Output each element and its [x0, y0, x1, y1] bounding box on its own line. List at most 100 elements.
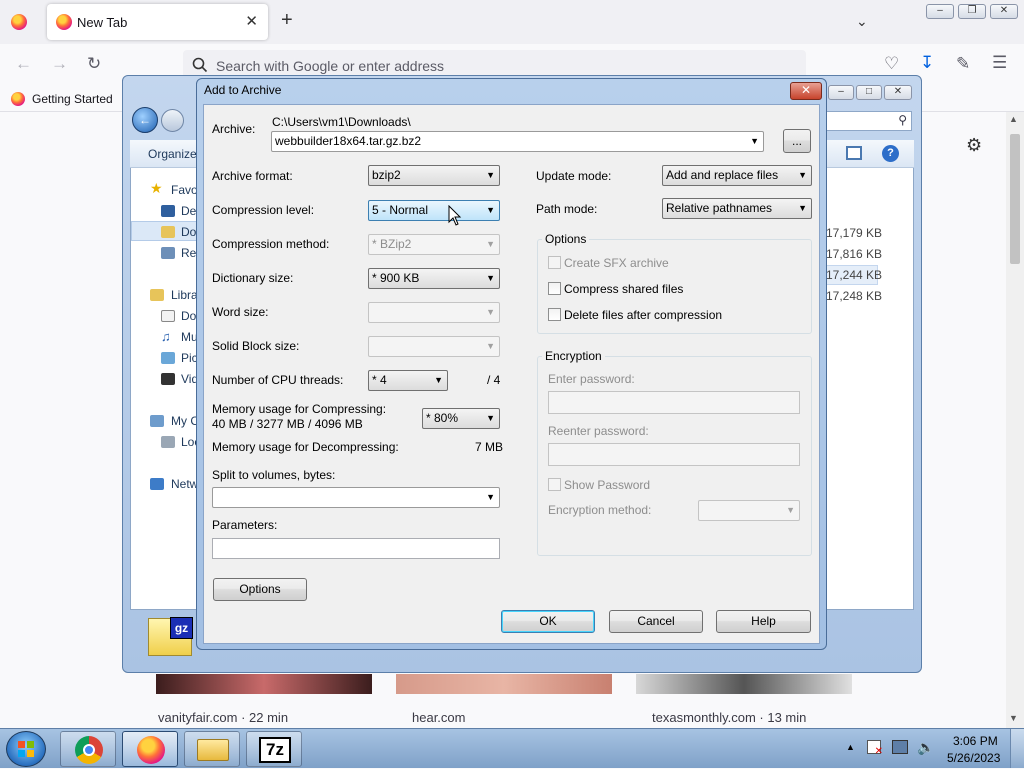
bookmark-getting-started[interactable]: Getting Started — [32, 92, 113, 106]
downloads-icon[interactable]: ↧ — [920, 53, 934, 73]
memory-percent-select[interactable]: * 80% ▼ — [422, 408, 500, 429]
restore-icon[interactable]: ❐ — [958, 4, 986, 19]
close-tab-icon[interactable]: ✕ — [245, 12, 258, 30]
explorer-forward-icon[interactable] — [161, 109, 184, 132]
scroll-down-icon[interactable]: ▼ — [1009, 713, 1018, 723]
back-icon[interactable]: ← — [15, 54, 32, 74]
clock-date[interactable]: 5/26/2023 — [947, 751, 1000, 765]
tile-caption-hear[interactable]: hear.com — [412, 710, 465, 725]
dialog-close-icon[interactable]: ✕ — [790, 82, 822, 100]
reenter-password-label: Reenter password: — [548, 424, 649, 438]
explorer-close-icon[interactable]: ✕ — [884, 85, 912, 100]
downloads-folder-icon — [161, 226, 175, 238]
extensions-icon[interactable]: ✎ — [956, 54, 970, 74]
show-desktop-button[interactable] — [1010, 729, 1024, 768]
help-icon[interactable]: ? — [882, 145, 899, 162]
network-tray-icon[interactable] — [892, 740, 908, 754]
memory-decompress-label: Memory usage for Decompressing: — [212, 440, 399, 454]
split-volumes-label: Split to volumes, bytes: — [212, 468, 336, 482]
videos-icon — [161, 373, 175, 385]
forward-icon[interactable]: → — [51, 54, 68, 74]
nav-favorites[interactable]: Favo — [171, 183, 198, 197]
pocket-icon[interactable]: ♡ — [884, 54, 899, 74]
scrollbar-thumb[interactable] — [1010, 134, 1020, 264]
word-size-select: ▼ — [368, 302, 500, 323]
tile-image-vanityfair[interactable] — [156, 674, 372, 694]
search-icon — [192, 57, 208, 73]
memory-percent-value: * 80% — [426, 411, 459, 425]
start-button[interactable] — [6, 731, 46, 767]
chevron-down-icon: ▼ — [798, 170, 807, 180]
tab-new-tab[interactable]: New Tab ✕ — [47, 4, 268, 40]
taskbar-7zip[interactable]: 7z — [246, 731, 302, 767]
nav-libraries[interactable]: Libra — [171, 288, 198, 302]
settings-gear-icon[interactable]: ⚙ — [966, 135, 982, 156]
archive-name-combo[interactable]: webbuilder18x64.tar.gz.bz2 ▼ — [271, 131, 764, 152]
browse-button[interactable]: ... — [783, 129, 811, 153]
page-scrollbar[interactable]: ▲ ▼ — [1006, 112, 1024, 728]
word-size-label: Word size: — [212, 305, 269, 319]
parameters-label: Parameters: — [212, 518, 278, 532]
nav-computer[interactable]: My C — [171, 414, 199, 428]
dictionary-size-select[interactable]: * 900 KB ▼ — [368, 268, 500, 289]
tile-image-texasmonthly[interactable] — [636, 674, 852, 694]
help-button[interactable]: Help — [716, 610, 811, 633]
tile-image-hear[interactable] — [396, 674, 612, 694]
reload-icon[interactable]: ↻ — [87, 54, 101, 74]
nav-network[interactable]: Netw — [171, 477, 198, 491]
preview-pane-icon[interactable] — [846, 146, 862, 160]
tile-caption-vanityfair[interactable]: vanityfair.com · 22 min — [158, 710, 288, 725]
volume-muted-icon[interactable]: 🔈 — [917, 739, 934, 756]
compress-shared-label: Compress shared files — [564, 282, 684, 296]
scroll-up-icon[interactable]: ▲ — [1009, 114, 1018, 124]
delete-after-checkbox[interactable] — [548, 308, 561, 321]
ok-button[interactable]: OK — [501, 610, 595, 633]
nav-documents[interactable]: Do — [181, 309, 196, 323]
split-volumes-combo[interactable]: ▼ — [212, 487, 500, 508]
list-all-tabs-chevron-icon[interactable]: ⌄ — [856, 13, 868, 30]
update-mode-select[interactable]: Add and replace files ▼ — [662, 165, 812, 186]
new-tab-button[interactable]: + — [281, 9, 293, 32]
windows-logo-icon — [18, 741, 34, 757]
chevron-down-icon: ▼ — [486, 413, 495, 423]
clock-time[interactable]: 3:06 PM — [953, 734, 998, 748]
archive-format-select[interactable]: bzip2 ▼ — [368, 165, 500, 186]
sevenzip-icon: 7z — [259, 737, 291, 763]
parameters-input[interactable] — [212, 538, 500, 559]
explorer-search-input[interactable]: ⚲ — [826, 111, 912, 131]
bookmark-favicon-icon — [11, 92, 25, 106]
options-group-title: Options — [542, 232, 590, 246]
desktop-icon — [161, 205, 175, 217]
enter-password-input — [548, 391, 800, 414]
taskbar-explorer[interactable] — [184, 731, 240, 767]
mouse-cursor-icon — [448, 205, 462, 226]
solid-block-size-label: Solid Block size: — [212, 339, 300, 353]
compression-level-select[interactable]: 5 - Normal ▼ — [368, 200, 500, 221]
tile-caption-texasmonthly[interactable]: texasmonthly.com · 13 min — [652, 710, 806, 725]
encryption-group-title: Encryption — [542, 349, 605, 363]
show-hidden-icons-icon[interactable]: ▲ — [846, 742, 855, 752]
sfx-checkbox — [548, 256, 561, 269]
explorer-minimize-icon[interactable]: – — [828, 85, 854, 100]
firefox-menu-icon[interactable] — [11, 14, 27, 30]
explorer-back-icon[interactable]: ← — [132, 107, 158, 133]
compression-method-select: * BZip2 ▼ — [368, 234, 500, 255]
compress-shared-checkbox[interactable] — [548, 282, 561, 295]
computer-icon — [150, 415, 164, 427]
cancel-button[interactable]: Cancel — [609, 610, 703, 633]
organize-button[interactable]: Organize — [148, 147, 197, 161]
close-window-icon[interactable]: ✕ — [990, 4, 1018, 19]
hamburger-menu-icon[interactable]: ☰ — [992, 53, 1007, 73]
cpu-threads-select[interactable]: * 4 ▼ — [368, 370, 448, 391]
path-mode-select[interactable]: Relative pathnames ▼ — [662, 198, 812, 219]
action-center-flag-icon[interactable]: ✕ — [867, 740, 883, 757]
explorer-maximize-icon[interactable]: □ — [856, 85, 882, 100]
taskbar-chrome[interactable] — [60, 731, 116, 767]
dictionary-size-label: Dictionary size: — [212, 271, 294, 285]
file-size: 17,248 KB — [826, 289, 883, 303]
minimize-icon[interactable]: – — [926, 4, 954, 19]
options-button[interactable]: Options — [213, 578, 307, 601]
taskbar-firefox[interactable] — [122, 731, 178, 767]
show-password-checkbox — [548, 478, 561, 491]
encryption-method-label: Encryption method: — [548, 503, 652, 517]
